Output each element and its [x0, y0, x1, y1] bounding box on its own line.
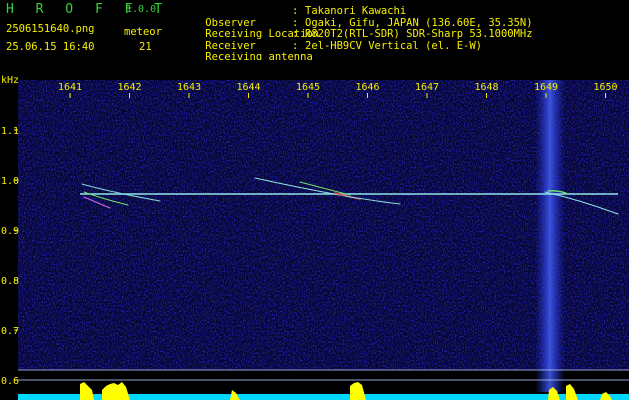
time-tick-label: 1649 [534, 82, 558, 93]
antenna-value: 2el-HB9CV Vertical (el. E-W) [305, 39, 483, 52]
meteor-count-label: meteor [124, 26, 162, 38]
time-tick-label: 1650 [594, 82, 618, 93]
time-tick-label: 1644 [237, 82, 261, 93]
capture-datetime: 25.06.15 16:40 [6, 41, 95, 53]
info-colon: : [292, 39, 299, 52]
spectrogram-panel: 1641 1642 1643 1644 1645 1646 1647 1648 1649 1650… [0, 60, 629, 400]
frequency-tick-label: 0.6 [1, 376, 19, 387]
frequency-unit: kHz [1, 75, 19, 86]
meteor-count-value: 21 [139, 41, 152, 53]
frequency-tick-label: 0.9 [1, 226, 19, 237]
interference-speckle [540, 80, 560, 392]
activity-burst [80, 382, 94, 400]
time-tick-label: 1641 [58, 82, 82, 93]
file-name: 2506151640.png [6, 23, 95, 35]
frequency-tick-label: 0.7 [1, 326, 19, 337]
time-tick-label: 1646 [356, 82, 380, 93]
frequency-axis: 1.1 1.0 0.9 0.8 0.7 0.6 [1, 126, 19, 387]
frequency-tick-label: 1.0 [1, 176, 19, 187]
spectrogram-svg: 1641 1642 1643 1644 1645 1646 1647 1648 1649 1650… [1, 75, 629, 400]
time-tick-label: 1645 [296, 82, 320, 93]
activity-burst [102, 382, 130, 400]
app-version: 1.0.0 [126, 4, 157, 15]
info-colon: : [292, 5, 299, 17]
observer-value: Takanori Kawachi [305, 5, 407, 17]
header-panel: H R O F F T 1.0.0 2506151640.png 25.06.1… [0, 0, 629, 63]
activity-burst [350, 382, 366, 400]
activity-burst [566, 384, 578, 400]
time-tick-label: 1643 [177, 82, 201, 93]
time-tick-label: 1648 [475, 82, 499, 93]
time-tick-label: 1642 [118, 82, 142, 93]
frequency-tick-label: 0.8 [1, 276, 19, 287]
time-tick-label: 1647 [415, 82, 439, 93]
frequency-tick-label: 1.1 [1, 126, 19, 137]
